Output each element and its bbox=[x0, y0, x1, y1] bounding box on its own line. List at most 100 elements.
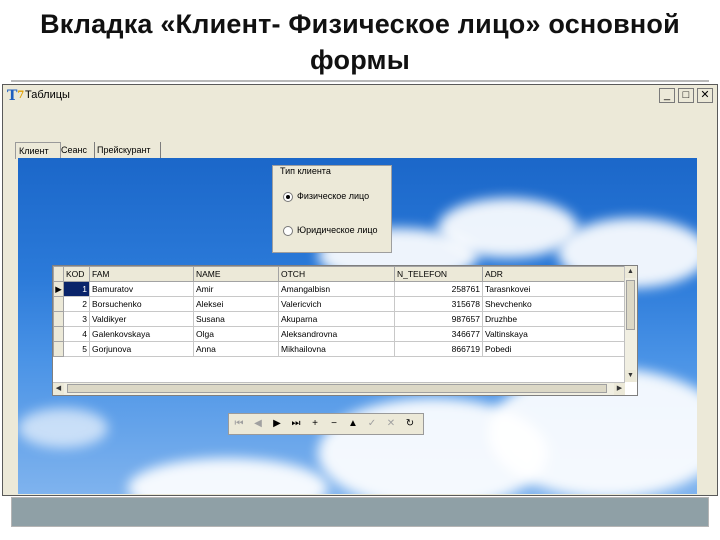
cell-fam[interactable]: Valdikyer bbox=[89, 311, 194, 327]
col-header-adr[interactable]: ADR bbox=[482, 266, 626, 282]
last-record-button[interactable]: ⏭ bbox=[288, 416, 304, 432]
delete-record-button[interactable]: − bbox=[326, 416, 342, 432]
radio-checked-icon bbox=[283, 191, 293, 202]
grid-horizontal-scrollbar[interactable]: ◀ ▶ bbox=[53, 382, 625, 395]
cell-kod[interactable]: 1 bbox=[63, 281, 90, 297]
radio-legal-entity[interactable]: Юридическое лицо bbox=[283, 225, 378, 236]
grid-header-row: KOD FAM NAME OTCH N_TELEFON ADR bbox=[53, 266, 626, 282]
cell-name[interactable]: Olga bbox=[193, 326, 279, 342]
radio-unchecked-icon bbox=[283, 225, 293, 236]
edit-record-icon: ▲ bbox=[348, 418, 358, 429]
tab-client[interactable]: Клиент bbox=[15, 142, 61, 159]
clients-grid[interactable]: KOD FAM NAME OTCH N_TELEFON ADR ▶ 1 Bamu… bbox=[52, 265, 638, 396]
post-edit-icon: ✓ bbox=[367, 418, 377, 429]
radio-individual[interactable]: Физическое лицо bbox=[283, 191, 369, 202]
cell-name[interactable]: Susana bbox=[193, 311, 279, 327]
table-row[interactable]: 2 Borsuchenko Aleksei Valericvich 315678… bbox=[53, 296, 626, 312]
cell-fam[interactable]: Gorjunova bbox=[89, 341, 194, 357]
cell-name[interactable]: Anna bbox=[193, 341, 279, 357]
cell-otch[interactable]: Akuparna bbox=[278, 311, 395, 327]
cell-otch[interactable]: Valericvich bbox=[278, 296, 395, 312]
maximize-button[interactable]: □ bbox=[678, 88, 694, 103]
edit-record-button[interactable]: ▲ bbox=[345, 416, 361, 432]
cell-telefon[interactable]: 866719 bbox=[394, 341, 483, 357]
cell-kod[interactable]: 2 bbox=[63, 296, 90, 312]
cell-otch[interactable]: Amangalbisn bbox=[278, 281, 395, 297]
grid-vertical-scrollbar[interactable]: ▲ ▼ bbox=[624, 266, 637, 382]
cell-adr[interactable]: Druzhbe bbox=[482, 311, 626, 327]
slide-title-line-2: формы bbox=[310, 45, 410, 75]
col-header-otch[interactable]: OTCH bbox=[278, 266, 395, 282]
cell-fam[interactable]: Borsuchenko bbox=[89, 296, 194, 312]
maximize-icon: □ bbox=[682, 89, 690, 101]
col-header-name[interactable]: NAME bbox=[193, 266, 279, 282]
radio-legal-entity-label: Юридическое лицо bbox=[297, 225, 378, 235]
next-record-button[interactable]: ▶ bbox=[269, 416, 285, 432]
cell-adr[interactable]: Tarasnkovei bbox=[482, 281, 626, 297]
cell-fam[interactable]: Bamuratov bbox=[89, 281, 194, 297]
radio-individual-label: Физическое лицо bbox=[297, 191, 370, 201]
cloud bbox=[438, 198, 578, 258]
next-record-icon: ▶ bbox=[273, 418, 281, 429]
cancel-edit-icon: ✕ bbox=[386, 418, 396, 429]
refresh-data-icon: ↻ bbox=[405, 418, 415, 429]
first-record-button[interactable]: ⏮ bbox=[231, 416, 247, 432]
close-icon: ✕ bbox=[700, 89, 710, 101]
first-record-icon: ⏮ bbox=[234, 418, 244, 429]
minimize-icon: _ bbox=[663, 89, 671, 101]
col-header-kod[interactable]: KOD bbox=[63, 266, 90, 282]
refresh-data-button[interactable]: ↻ bbox=[402, 416, 418, 432]
insert-record-button[interactable]: + bbox=[307, 416, 323, 432]
row-indicator bbox=[53, 311, 64, 327]
tab-session[interactable]: Сеанс bbox=[58, 142, 95, 158]
cell-adr[interactable]: Valtinskaya bbox=[482, 326, 626, 342]
prior-record-icon: ◀ bbox=[254, 418, 262, 429]
window-title: Таблицы bbox=[25, 89, 70, 101]
cell-fam[interactable]: Galenkovskaya bbox=[89, 326, 194, 342]
db-navigator: ⏮ ◀ ▶ ⏭ + − ▲ ✓ ✕ ↻ bbox=[228, 413, 424, 435]
cell-telefon[interactable]: 987657 bbox=[394, 311, 483, 327]
cell-otch[interactable]: Mikhailovna bbox=[278, 341, 395, 357]
table-row[interactable]: 5 Gorjunova Anna Mikhailovna 866719 Pobe… bbox=[53, 341, 626, 357]
cell-telefon[interactable]: 315678 bbox=[394, 296, 483, 312]
cell-otch[interactable]: Aleksandrovna bbox=[278, 326, 395, 342]
cell-name[interactable]: Amir bbox=[193, 281, 279, 297]
table-row[interactable]: ▶ 1 Bamuratov Amir Amangalbisn 258761 Ta… bbox=[53, 281, 626, 297]
row-indicator bbox=[53, 341, 64, 357]
cloud bbox=[18, 408, 108, 448]
close-button[interactable]: ✕ bbox=[697, 88, 713, 103]
vertical-scroll-thumb[interactable] bbox=[626, 280, 635, 330]
cell-adr[interactable]: Pobedi bbox=[482, 341, 626, 357]
scroll-down-icon[interactable]: ▼ bbox=[625, 370, 636, 382]
delete-record-icon: − bbox=[331, 418, 337, 429]
slide-title-line-1: Вкладка «Клиент- Физическое лицо» основн… bbox=[40, 9, 680, 39]
cell-name[interactable]: Aleksei bbox=[193, 296, 279, 312]
minimize-button[interactable]: _ bbox=[659, 88, 675, 103]
scroll-up-icon[interactable]: ▲ bbox=[625, 266, 636, 278]
cell-kod[interactable]: 3 bbox=[63, 311, 90, 327]
cancel-edit-button[interactable]: ✕ bbox=[383, 416, 399, 432]
cell-telefon[interactable]: 346677 bbox=[394, 326, 483, 342]
row-indicator bbox=[53, 296, 64, 312]
tab-pricelist[interactable]: Прейскурант bbox=[94, 142, 161, 158]
window-titlebar[interactable]: T7 Таблицы _ □ ✕ bbox=[3, 85, 717, 107]
horizontal-scroll-thumb[interactable] bbox=[67, 384, 607, 393]
table-row[interactable]: 4 Galenkovskaya Olga Aleksandrovna 34667… bbox=[53, 326, 626, 342]
tab-pricelist-label: Прейскурант bbox=[97, 145, 151, 155]
tab-session-label: Сеанс bbox=[61, 145, 87, 155]
cell-adr[interactable]: Shevchenko bbox=[482, 296, 626, 312]
cell-kod[interactable]: 5 bbox=[63, 341, 90, 357]
slide-title: Вкладка «Клиент- Физическое лицо» основн… bbox=[0, 6, 720, 78]
post-edit-button[interactable]: ✓ bbox=[364, 416, 380, 432]
scroll-left-icon[interactable]: ◀ bbox=[53, 383, 64, 395]
last-record-icon: ⏭ bbox=[291, 418, 301, 429]
delphi-app-icon: T7 bbox=[7, 88, 25, 104]
col-header-fam[interactable]: FAM bbox=[89, 266, 194, 282]
table-row[interactable]: 3 Valdikyer Susana Akuparna 987657 Druzh… bbox=[53, 311, 626, 327]
scroll-right-icon[interactable]: ▶ bbox=[614, 383, 625, 395]
col-header-telefon[interactable]: N_TELEFON bbox=[394, 266, 483, 282]
cell-kod[interactable]: 4 bbox=[63, 326, 90, 342]
prior-record-button[interactable]: ◀ bbox=[250, 416, 266, 432]
cell-telefon[interactable]: 258761 bbox=[394, 281, 483, 297]
client-type-group: Тип клиента Физическое лицо Юридическое … bbox=[272, 165, 392, 253]
